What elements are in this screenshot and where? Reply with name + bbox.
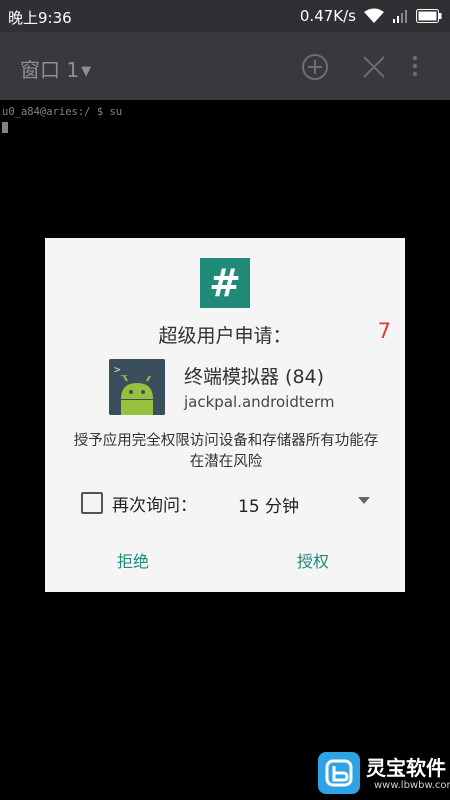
watermark-logo-icon [318,752,360,794]
status-bar: 晚上9:36 0.47K/s [0,0,450,32]
ask-again-checkbox[interactable] [81,492,103,514]
dropdown-arrow-icon: ▼ [81,64,92,79]
duration-dropdown-icon[interactable] [358,497,370,504]
svg-text:>_: >_ [114,363,128,376]
terminal-toolbar: 窗口 1 ▼ [0,32,450,100]
battery-icon [416,9,442,23]
grant-button[interactable]: 授权 [297,548,329,572]
signal-icon [392,8,408,24]
watermark: 灵宝软件 www.lbwbw.com [318,752,450,794]
terminal-app-icon: >_ [109,359,165,415]
request-title: 超级用户申请： [158,325,292,347]
requesting-app-package: jackpal.androidterm [184,393,335,411]
status-time: 晚上9:36 [8,9,72,27]
duration-select[interactable]: 15 分钟 [238,492,299,517]
net-speed: 0.47K/s [299,7,356,25]
deny-button[interactable]: 拒绝 [117,548,149,572]
superuser-logo-glyph: # [209,261,241,305]
window-selector[interactable]: 窗口 1 ▼ [20,54,91,83]
close-window-icon[interactable] [359,52,389,82]
superuser-logo-icon: # [200,258,250,308]
superuser-request-dialog: # 超级用户申请： 7 >_ 终端模拟器 (84) jackpal.androi… [45,238,405,592]
countdown-timer: 7 [377,319,391,343]
overflow-menu-icon[interactable] [405,52,425,82]
wifi-icon [364,8,384,24]
watermark-url: www.lbwbw.com [374,780,450,791]
status-right: 0.47K/s [300,6,442,26]
requesting-app-name: 终端模拟器 (84) [184,366,325,388]
window-title: 窗口 1 [20,58,80,82]
watermark-name: 灵宝软件 [366,756,446,780]
ask-again-label[interactable]: 再次询问： [112,491,197,516]
permission-warning: 授予应用完全权限访问设备和存储器所有功能存在潜在风险 [73,433,379,470]
add-window-icon[interactable] [300,52,330,82]
